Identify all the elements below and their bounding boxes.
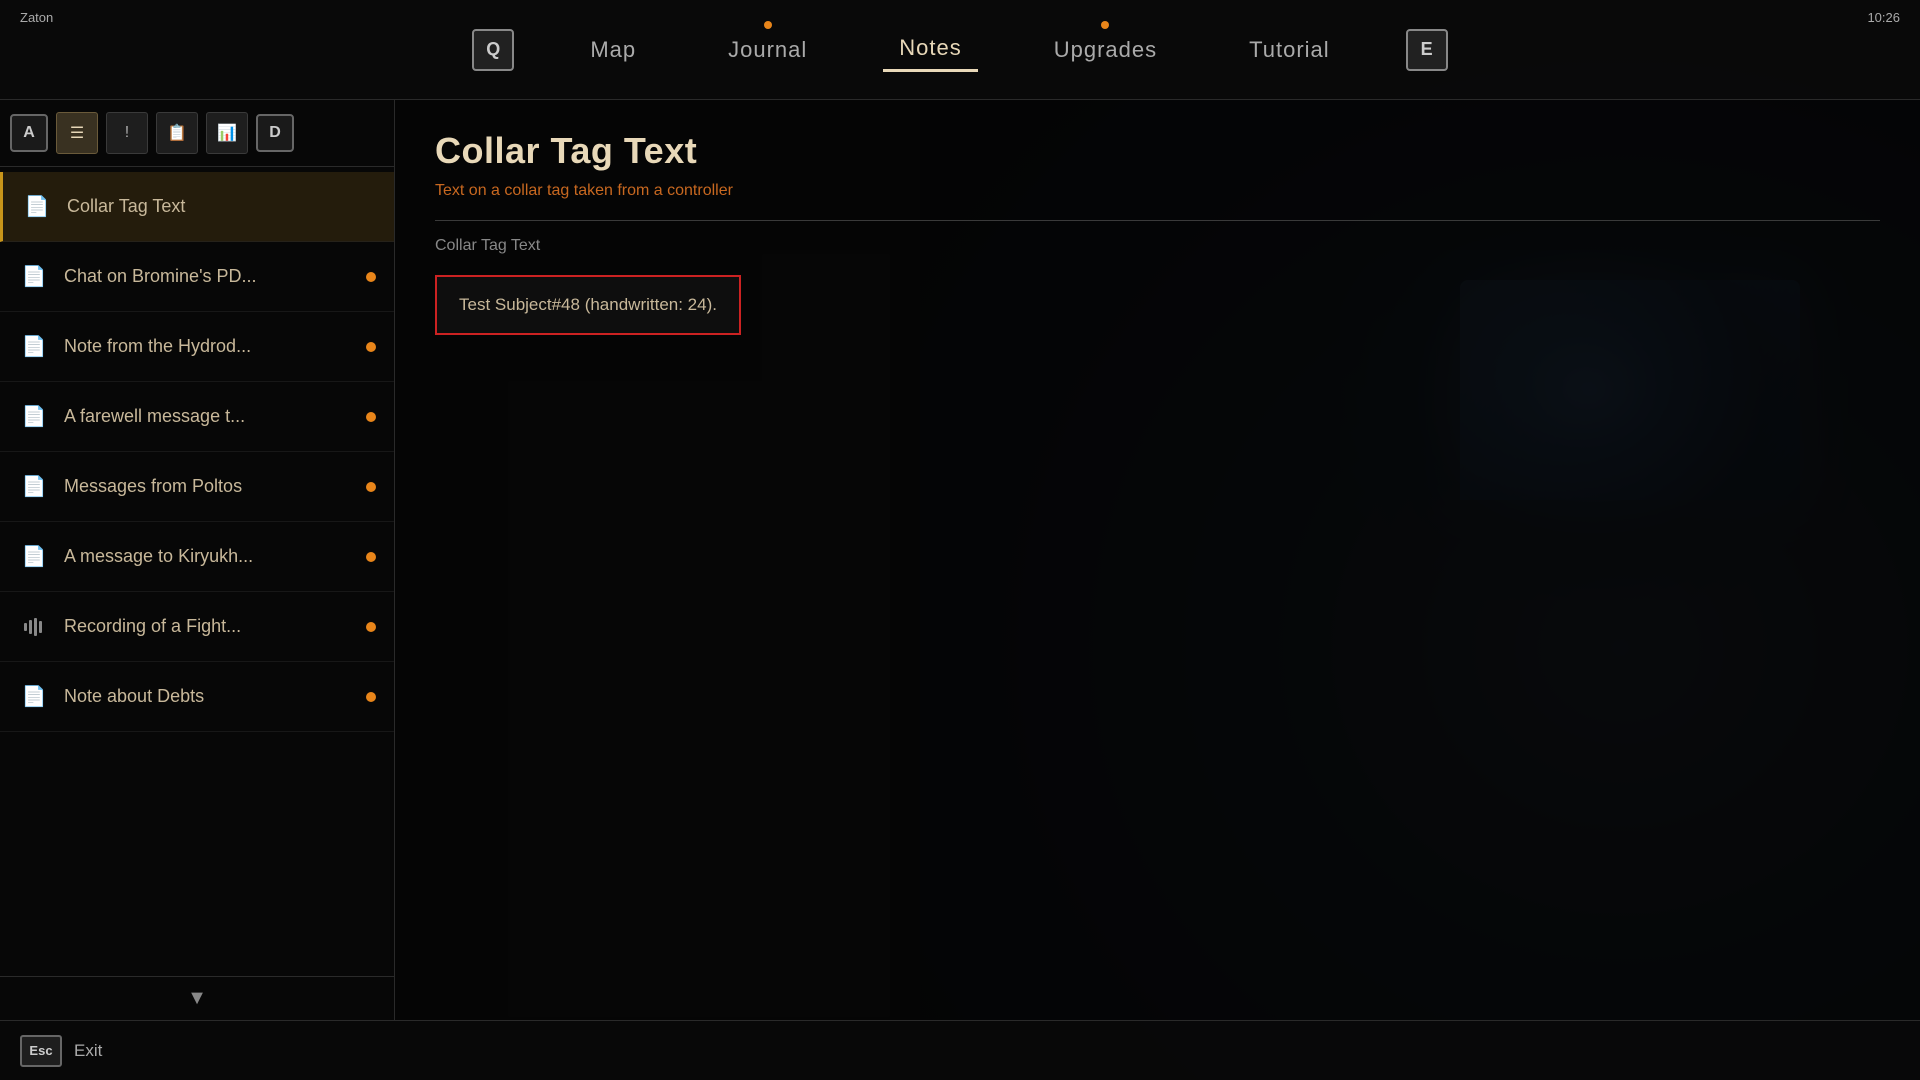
sidebar-toolbar: A ☰ ! 📋 📊 D: [0, 100, 394, 167]
new-indicator-hydrod: [366, 342, 376, 352]
sidebar-list: 📄 Collar Tag Text 📄 Chat on Bromine's PD…: [0, 167, 394, 976]
nav-item-map[interactable]: Map: [574, 29, 652, 71]
esc-key-button[interactable]: Esc: [20, 1035, 62, 1067]
nav-item-upgrades[interactable]: Upgrades: [1038, 29, 1173, 71]
nav-item-notes[interactable]: Notes: [883, 27, 977, 72]
note-type-label: Collar Tag Text: [435, 237, 1880, 255]
journal-dot: [764, 21, 772, 29]
note-divider: [435, 220, 1880, 221]
document-filter-button[interactable]: 📋: [156, 112, 198, 154]
list-item-chat-bromine[interactable]: 📄 Chat on Bromine's PD...: [0, 242, 394, 312]
list-view-button[interactable]: ☰: [56, 112, 98, 154]
exit-label: Exit: [74, 1041, 102, 1061]
doc-icon-debts: 📄: [18, 681, 50, 713]
list-item-farewell[interactable]: 📄 A farewell message t...: [0, 382, 394, 452]
main-content: A ☰ ! 📋 📊 D 📄 Collar Tag Text: [0, 100, 1920, 1020]
document-icon: 📋: [167, 123, 187, 143]
item-label-message-kiryukh: A message to Kiryukh...: [64, 546, 358, 567]
audio-filter-button[interactable]: 📊: [206, 112, 248, 154]
alert-filter-button[interactable]: !: [106, 112, 148, 154]
list-item-messages-poltos[interactable]: 📄 Messages from Poltos: [0, 452, 394, 522]
note-content-text: Test Subject#48 (handwritten: 24).: [459, 295, 717, 314]
list-item-recording-fight[interactable]: Recording of a Fight...: [0, 592, 394, 662]
new-indicator-poltos: [366, 482, 376, 492]
list-item-collar-tag[interactable]: 📄 Collar Tag Text: [0, 172, 394, 242]
topbar: Zaton 10:26 Q Map Journal Notes Upgrades…: [0, 0, 1920, 100]
upgrades-dot: [1101, 21, 1109, 29]
d-key-button[interactable]: D: [256, 114, 294, 152]
time-display: 10:26: [1867, 10, 1900, 25]
doc-icon-bromine: 📄: [18, 261, 50, 293]
doc-icon-farewell: 📄: [18, 401, 50, 433]
doc-icon-collar: 📄: [21, 191, 53, 223]
item-label-farewell: A farewell message t...: [64, 406, 358, 427]
content-panel: Collar Tag Text Text on a collar tag tak…: [395, 100, 1920, 1020]
doc-icon-hydrod: 📄: [18, 331, 50, 363]
e-key-button[interactable]: E: [1406, 29, 1448, 71]
alert-icon: !: [125, 124, 129, 142]
system-info: Zaton: [20, 10, 53, 25]
list-icon: ☰: [70, 123, 84, 143]
doc-icon-poltos: 📄: [18, 471, 50, 503]
sidebar: A ☰ ! 📋 📊 D 📄 Collar Tag Text: [0, 100, 395, 1020]
item-label-recording-fight: Recording of a Fight...: [64, 616, 358, 637]
a-key-button[interactable]: A: [10, 114, 48, 152]
sidebar-bottom: ▼: [0, 976, 394, 1020]
new-indicator-bromine: [366, 272, 376, 282]
new-indicator-kiryukh: [366, 552, 376, 562]
list-item-message-kiryukh[interactable]: 📄 A message to Kiryukh...: [0, 522, 394, 592]
item-label-collar-tag: Collar Tag Text: [67, 196, 376, 217]
new-indicator-debts: [366, 692, 376, 702]
list-item-note-hydrod[interactable]: 📄 Note from the Hydrod...: [0, 312, 394, 382]
system-name: Zaton: [20, 10, 53, 25]
item-label-messages-poltos: Messages from Poltos: [64, 476, 358, 497]
note-subtitle: Text on a collar tag taken from a contro…: [435, 182, 1880, 200]
nav-item-tutorial[interactable]: Tutorial: [1233, 29, 1346, 71]
nav-items: Q Map Journal Notes Upgrades Tutorial E: [472, 27, 1447, 72]
new-indicator-farewell: [366, 412, 376, 422]
nav-item-journal[interactable]: Journal: [712, 29, 823, 71]
item-label-chat-bromine: Chat on Bromine's PD...: [64, 266, 358, 287]
scroll-down-icon[interactable]: ▼: [187, 987, 207, 1010]
doc-icon-kiryukh: 📄: [18, 541, 50, 573]
list-item-note-debts[interactable]: 📄 Note about Debts: [0, 662, 394, 732]
item-label-note-debts: Note about Debts: [64, 686, 358, 707]
bottombar: Esc Exit: [0, 1020, 1920, 1080]
note-content-box: Test Subject#48 (handwritten: 24).: [435, 275, 741, 335]
audio-icon-fight: [18, 611, 50, 643]
item-label-note-hydrod: Note from the Hydrod...: [64, 336, 358, 357]
new-indicator-fight: [366, 622, 376, 632]
q-key-button[interactable]: Q: [472, 29, 514, 71]
note-title: Collar Tag Text: [435, 130, 1880, 172]
waveform-icon: 📊: [217, 123, 237, 143]
